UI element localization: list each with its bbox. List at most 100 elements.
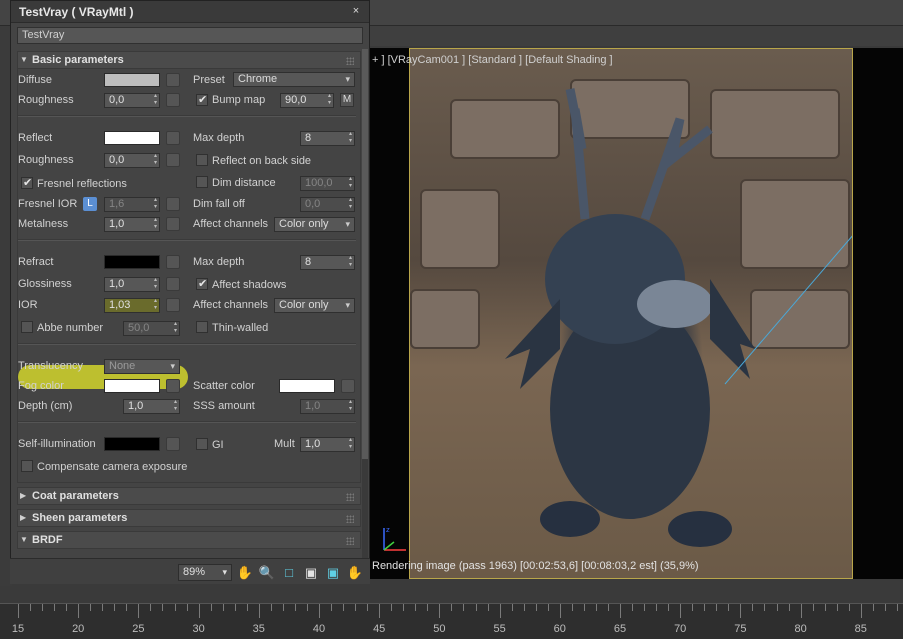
rollout-title: Coat parameters bbox=[32, 490, 119, 502]
zoom-region-icon[interactable]: □ bbox=[280, 564, 298, 581]
zoom-dropdown[interactable]: 89% bbox=[178, 564, 232, 581]
ruler-major-tick bbox=[499, 604, 501, 618]
refract-map-button[interactable] bbox=[166, 255, 180, 269]
rollout-coat-parameters[interactable]: ▶ Coat parameters bbox=[17, 487, 361, 505]
scrollbar-thumb[interactable] bbox=[362, 49, 368, 459]
ior-map-button[interactable] bbox=[166, 298, 180, 312]
rollout-title: Basic parameters bbox=[32, 54, 124, 66]
metalness-map-button[interactable] bbox=[166, 217, 180, 231]
ruler-minor-tick bbox=[824, 604, 826, 611]
abbe-number-label: Abbe number bbox=[37, 322, 104, 334]
zoom-extents-selected-icon[interactable]: ▣ bbox=[324, 564, 342, 581]
material-editor-toolbar: 89% ✋ 🔍 □ ▣ ▣ ✋ bbox=[10, 558, 370, 584]
panel-title-bar[interactable]: TestVray ( VRayMtl ) × bbox=[11, 1, 369, 23]
ruler-minor-tick bbox=[896, 604, 898, 611]
mult-spinner[interactable]: 1,0 bbox=[300, 437, 355, 452]
material-name-field[interactable]: TestVray bbox=[17, 27, 363, 44]
translucency-dropdown[interactable]: None bbox=[104, 359, 180, 374]
ruler-minor-tick bbox=[607, 604, 609, 611]
render-preview bbox=[409, 48, 853, 579]
refract-affect-channels-dropdown[interactable]: Color only bbox=[274, 298, 355, 313]
timeline-ruler[interactable]: 15 20 25 30 35 40 45 50 55 60 65 70 75 80 85 bbox=[0, 603, 903, 639]
dim-distance-spinner[interactable]: 100,0 bbox=[300, 176, 355, 191]
rollout-basic-parameters[interactable]: ▼ Basic parameters bbox=[17, 51, 361, 69]
bump-map-button[interactable]: M bbox=[340, 93, 354, 107]
refract-affect-channels-label: Affect channels bbox=[193, 299, 269, 311]
preset-dropdown[interactable]: Chrome bbox=[233, 72, 355, 87]
scatter-color-map-button[interactable] bbox=[341, 379, 355, 393]
bump-map-spinner[interactable]: 90,0 bbox=[280, 93, 334, 108]
rollout-brdf[interactable]: ▼ BRDF bbox=[17, 531, 361, 549]
compensate-exposure-checkbox[interactable] bbox=[21, 460, 33, 472]
reflect-roughness-spinner[interactable]: 0,0 bbox=[104, 153, 160, 168]
pan-hand-icon[interactable]: ✋ bbox=[236, 564, 254, 581]
fresnel-lock-button[interactable]: L bbox=[83, 197, 97, 211]
ruler-minor-tick bbox=[716, 604, 718, 611]
ruler-tick-label: 20 bbox=[72, 623, 85, 635]
affect-shadows-checkbox[interactable] bbox=[196, 277, 208, 290]
fresnel-checkbox[interactable] bbox=[21, 176, 33, 189]
thin-walled-checkbox[interactable] bbox=[196, 321, 208, 333]
self-illumination-map-button[interactable] bbox=[166, 437, 180, 451]
bump-map-checkbox[interactable] bbox=[196, 93, 208, 106]
diffuse-color-swatch[interactable] bbox=[104, 73, 160, 87]
preset-label: Preset bbox=[193, 74, 225, 86]
zoom-extents-icon[interactable]: ▣ bbox=[302, 564, 320, 581]
sss-amount-spinner[interactable]: 1,0 bbox=[300, 399, 355, 414]
dim-distance-label: Dim distance bbox=[212, 177, 276, 189]
rollout-title: BRDF bbox=[32, 534, 63, 546]
ruler-minor-tick bbox=[186, 604, 188, 611]
roughness-map-button[interactable] bbox=[166, 93, 180, 107]
collapse-arrow-icon: ▼ bbox=[20, 55, 28, 64]
diffuse-map-button[interactable] bbox=[166, 73, 180, 87]
reflect-roughness-map-button[interactable] bbox=[166, 153, 180, 167]
glossiness-spinner[interactable]: 1,0 bbox=[104, 277, 160, 292]
ruler-major-tick bbox=[319, 604, 320, 618]
fresnel-ior-map-button[interactable] bbox=[166, 197, 180, 211]
depth-spinner[interactable]: 1,0 bbox=[123, 399, 180, 414]
reflect-back-checkbox[interactable] bbox=[196, 154, 208, 166]
ruler-minor-tick bbox=[126, 604, 128, 611]
ruler-minor-tick bbox=[884, 604, 886, 611]
zoom-magnifier-icon[interactable]: 🔍 bbox=[258, 564, 276, 581]
ruler-minor-tick bbox=[391, 604, 393, 611]
reflect-affect-channels-dropdown[interactable]: Color only bbox=[274, 217, 355, 232]
gi-checkbox[interactable] bbox=[196, 438, 208, 450]
viewport-label[interactable]: + ] [VRayCam001 ] [Standard ] [Default S… bbox=[372, 54, 613, 66]
diffuse-label: Diffuse bbox=[18, 74, 53, 86]
translucency-label: Translucency bbox=[18, 360, 84, 372]
fog-color-map-button[interactable] bbox=[166, 379, 180, 393]
ruler-tick-label: 35 bbox=[252, 623, 265, 635]
ruler-minor-tick bbox=[90, 604, 92, 611]
rollout-sheen-parameters[interactable]: ▶ Sheen parameters bbox=[17, 509, 361, 527]
dim-falloff-label: Dim fall off bbox=[193, 198, 245, 210]
ruler-tick-label: 15 bbox=[11, 623, 25, 635]
reflect-max-depth-spinner[interactable]: 8 bbox=[300, 131, 355, 146]
ior-spinner[interactable]: 1,03 bbox=[104, 298, 160, 313]
glossiness-map-button[interactable] bbox=[166, 277, 180, 291]
reflect-color-swatch[interactable] bbox=[104, 131, 160, 145]
mult-label: Mult bbox=[274, 438, 295, 450]
frame-hand-icon[interactable]: ✋ bbox=[346, 564, 364, 581]
ruler-minor-tick bbox=[571, 604, 573, 611]
fresnel-ior-spinner[interactable]: 1,6 bbox=[104, 197, 160, 212]
panel-scrollbar[interactable] bbox=[362, 49, 368, 559]
scatter-color-swatch[interactable] bbox=[279, 379, 335, 393]
metalness-spinner[interactable]: 1,0 bbox=[104, 217, 160, 232]
abbe-number-spinner[interactable]: 50,0 bbox=[123, 321, 180, 336]
abbe-number-checkbox[interactable] bbox=[21, 321, 33, 333]
dim-falloff-spinner[interactable]: 0,0 bbox=[300, 197, 355, 212]
fog-color-swatch[interactable] bbox=[104, 379, 160, 393]
roughness-spinner[interactable]: 0,0 bbox=[104, 93, 160, 108]
dim-distance-checkbox[interactable] bbox=[196, 176, 208, 188]
ruler-minor-tick bbox=[475, 604, 477, 611]
self-illumination-color-swatch[interactable] bbox=[104, 437, 160, 451]
reflect-map-button[interactable] bbox=[166, 131, 180, 145]
ruler-major-tick bbox=[740, 604, 742, 618]
ruler-minor-tick bbox=[583, 604, 585, 611]
refract-color-swatch[interactable] bbox=[104, 255, 160, 269]
ruler-minor-tick bbox=[632, 604, 634, 611]
close-icon[interactable]: × bbox=[349, 4, 363, 18]
ruler-minor-tick bbox=[162, 604, 164, 611]
refract-max-depth-spinner[interactable]: 8 bbox=[300, 255, 355, 270]
